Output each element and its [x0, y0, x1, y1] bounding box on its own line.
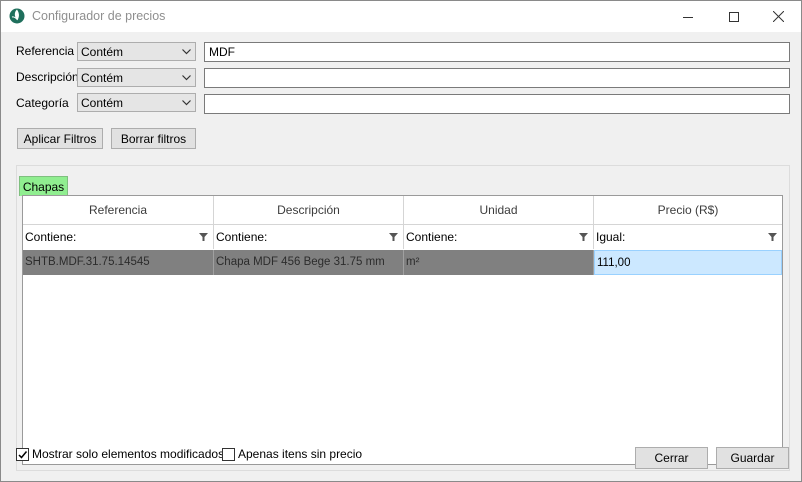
apply-filters-button[interactable]: Aplicar Filtros [17, 128, 103, 149]
filter-label-descripcion: Descripción [16, 70, 79, 84]
no-price-checkbox[interactable] [222, 448, 235, 461]
column-header-descripcion[interactable]: Descripción [214, 196, 404, 224]
operator-select-referencia[interactable]: Contém [77, 42, 196, 61]
column-filter-unidad[interactable]: Contiene: [404, 225, 594, 249]
save-button[interactable]: Guardar [716, 447, 789, 469]
chevron-down-icon [182, 49, 191, 55]
funnel-filter-icon[interactable] [768, 233, 777, 241]
funnel-filter-icon[interactable] [579, 233, 588, 241]
close-window-button[interactable] [755, 1, 801, 32]
cell-unidad: m² [404, 250, 594, 275]
filter-input-categoria[interactable] [204, 94, 790, 114]
minimize-icon [683, 16, 693, 18]
operator-select-categoria[interactable]: Contém [77, 93, 196, 112]
funnel-filter-icon[interactable] [199, 233, 208, 241]
title-bar: Configurador de precios [1, 1, 801, 32]
price-grid: Referencia Descripción Unidad Precio (R$… [22, 195, 783, 465]
filter-label-referencia: Referencia [16, 44, 75, 58]
show-modified-checkbox[interactable] [16, 448, 29, 461]
column-header-unidad[interactable]: Unidad [404, 196, 594, 224]
table-row[interactable]: SHTB.MDF.31.75.14545 Chapa MDF 456 Bege … [23, 250, 782, 275]
column-header-precio[interactable]: Precio (R$) [594, 196, 782, 224]
maximize-button[interactable] [711, 1, 757, 32]
price-configurator-window: Configurador de precios Referencia Conté… [0, 0, 802, 482]
chevron-down-icon [182, 100, 191, 106]
filter-input-referencia[interactable]: MDF [204, 42, 790, 62]
operator-value: Contém [81, 45, 124, 59]
tab-chapas[interactable]: Chapas [19, 176, 68, 196]
no-price-label[interactable]: Apenas itens sin precio [238, 447, 362, 461]
close-button[interactable]: Cerrar [635, 447, 708, 469]
cell-precio[interactable]: 111,00 [594, 250, 782, 275]
filter-condition-label: Contiene: [25, 230, 77, 244]
operator-value: Contém [81, 71, 124, 85]
funnel-filter-icon[interactable] [389, 233, 398, 241]
clear-filters-button[interactable]: Borrar filtros [111, 128, 196, 149]
operator-value: Contém [81, 96, 124, 110]
column-filter-referencia[interactable]: Contiene: [23, 225, 214, 249]
close-icon [772, 11, 784, 22]
maximize-icon [729, 11, 739, 22]
globe-leaf-icon [9, 8, 25, 24]
filter-condition-label: Contiene: [406, 230, 458, 244]
client-area: Referencia Contém MDF Descripción Contém… [1, 32, 801, 481]
minimize-button[interactable] [665, 1, 711, 32]
grid-header-row: Referencia Descripción Unidad Precio (R$… [23, 196, 782, 225]
filter-condition-label: Contiene: [216, 230, 268, 244]
column-header-referencia[interactable]: Referencia [23, 196, 214, 224]
column-filter-descripcion[interactable]: Contiene: [214, 225, 404, 249]
checkmark-icon [18, 451, 28, 459]
operator-select-descripcion[interactable]: Contém [77, 68, 196, 87]
filter-label-categoria: Categoría [16, 96, 69, 110]
cell-referencia: SHTB.MDF.31.75.14545 [23, 250, 214, 275]
cell-descripcion: Chapa MDF 456 Bege 31.75 mm [214, 250, 404, 275]
show-modified-label[interactable]: Mostrar solo elementos modificados [32, 447, 224, 461]
window-title: Configurador de precios [32, 9, 166, 23]
grid-filter-row: Contiene: Contiene: Contiene: Igual: [23, 225, 782, 251]
filter-condition-label: Igual: [596, 230, 626, 244]
filter-input-descripcion[interactable] [204, 68, 790, 88]
chevron-down-icon [182, 75, 191, 81]
column-filter-precio[interactable]: Igual: [594, 225, 782, 249]
